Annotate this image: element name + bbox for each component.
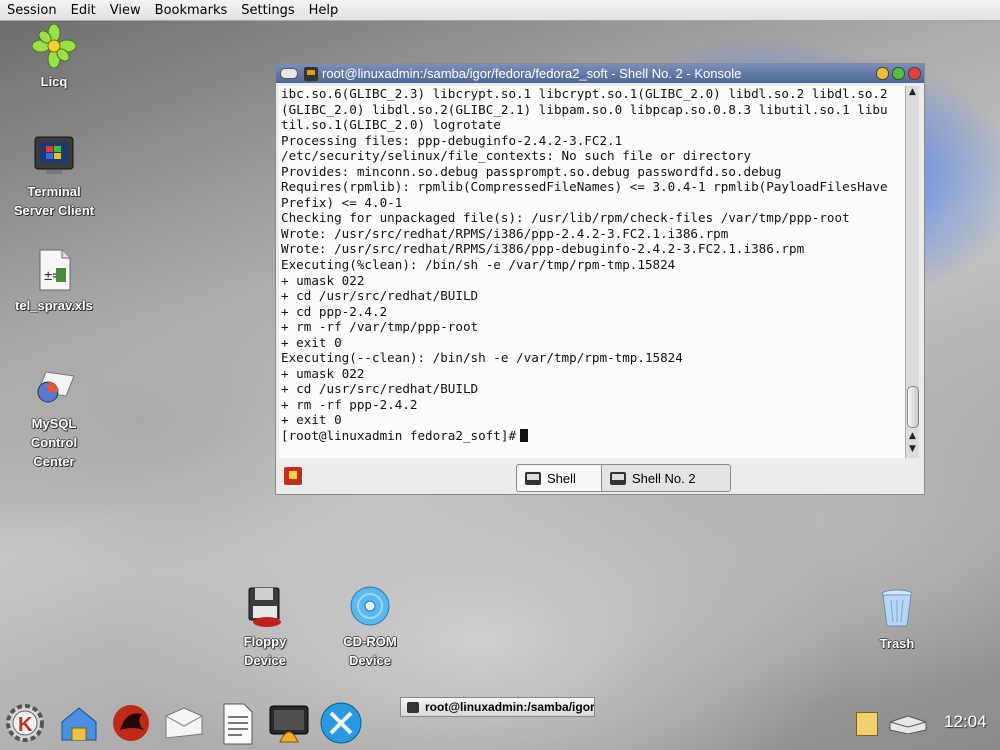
scroll-up-arrow-icon[interactable]: ▲ [906,430,919,443]
desktop-icon-label: Trash [879,636,915,651]
terminal-line: + rm -rf ppp-2.4.2 [281,396,418,412]
desktop-icon-label: Floppy Device [243,634,287,668]
close-button[interactable] [908,67,921,80]
desktop-icon-label: MySQL Control Center [30,416,78,469]
desktop-icon-mysql-control-center[interactable]: MySQL Control Center [4,366,104,471]
desktop-icon-label: Terminal Server Client [13,184,95,218]
desktop-icon-label: Licq [40,74,68,89]
terminal-line: (GLIBC_2.0) libdl.so.2(GLIBC_2.1) libpam… [281,101,888,117]
mysql-chart-icon [32,366,76,410]
terminal-line: ibc.so.6(GLIBC_2.3) libcrypt.so.1 libcry… [281,86,888,101]
terminal-line: /etc/security/selinux/file_contexts: No … [281,148,752,164]
konsole-icon [304,66,318,81]
terminal-output[interactable]: ibc.so.6(GLIBC_2.3) libcrypt.so.1 libcry… [279,86,906,458]
terminal-line: Wrote: /usr/src/redhat/RPMS/i386/ppp-deb… [281,241,805,257]
session-tab-bar: Shell Shell No. 2 [276,462,924,494]
terminal-line: + cd /usr/src/redhat/BUILD [281,381,479,397]
control-center-tools-icon[interactable] [318,700,364,746]
terminal-scrollbar[interactable]: ▲ ▲ ▼ [905,86,919,458]
monitor-icon [32,134,76,178]
window-titlebar[interactable]: root@linuxadmin:/samba/igor/fedora/fedor… [276,64,924,83]
shell-icon [610,471,626,485]
terminal-line: til.so.1(GLIBC_2.0) logrotate [281,117,501,133]
menu-settings[interactable]: Settings [234,3,301,18]
menu-view[interactable]: View [103,3,148,18]
menu-edit[interactable]: Edit [64,3,103,18]
terminal-line: + exit 0 [281,412,342,428]
mozilla-lizard-icon[interactable] [108,700,154,746]
klipper-tray-icon[interactable] [856,712,878,736]
terminal-line: Prefix) <= 4.0-1 [281,194,403,210]
terminal-prompt: [root@linuxadmin fedora2_soft]# [281,428,517,444]
scroll-up-arrow-icon[interactable]: ▲ [906,86,919,99]
terminal-line: Processing files: ppp-debuginfo-2.4.2-3.… [281,132,623,148]
text-document-icon[interactable] [214,700,260,746]
menu-bookmarks[interactable]: Bookmarks [148,3,235,18]
clock[interactable]: 12:04 [944,712,987,732]
spreadsheet-document-icon: ±= [32,248,76,292]
taskbar-window-title: root@linuxadmin:/samba/igor/fedora/fedor… [425,700,595,714]
menubar: Session Edit View Bookmarks Settings Hel… [0,0,1000,21]
terminal-line: Provides: minconn.so.debug passprompt.so… [281,163,782,179]
desktop-icon-tel-sprav[interactable]: ±= tel_sprav.xls [4,248,104,315]
cdrom-icon [348,584,392,628]
menu-session[interactable]: Session [0,3,64,18]
maximize-button[interactable] [892,67,905,80]
desktop-icon-cdrom-device[interactable]: CD-ROM Device [320,584,420,670]
terminal-line: + cd /usr/src/redhat/BUILD [281,288,479,304]
home-folder-icon[interactable] [56,700,102,746]
terminal-line: Executing(%clean): /bin/sh -e /var/tmp/r… [281,257,676,273]
minimize-button[interactable] [876,67,889,80]
desktop-icon-label: CD-ROM Device [343,634,397,668]
terminal-line: Executing(--clean): /bin/sh -e /var/tmp/… [281,350,683,366]
trash-icon [875,586,919,630]
terminal-prompt-line: [root@linuxadmin fedora2_soft]# [279,428,906,444]
new-session-icon[interactable] [284,467,302,485]
floppy-disk-icon [243,584,287,628]
konsole-shell-icon[interactable] [266,700,312,746]
desktop-icon-floppy-device[interactable]: Floppy Device [215,584,315,670]
terminal-line: + rm -rf /var/tmp/ppp-root [281,319,479,335]
scrollbar-thumb[interactable] [907,386,919,428]
scroll-down-arrow-icon[interactable]: ▼ [906,443,919,456]
shell-icon [525,471,541,485]
terminal-line: Wrote: /usr/src/redhat/RPMS/i386/ppp-2.4… [281,225,729,241]
mail-envelope-icon[interactable] [160,700,206,746]
window-title: root@linuxadmin:/samba/igor/fedora/fedor… [322,66,742,81]
terminal-line: Requires(rpmlib): rpmlib(CompressedFileN… [281,179,888,195]
tab-shell-no-2[interactable]: Shell No. 2 [601,464,731,492]
terminal-line: + umask 022 [281,272,365,288]
desktop-icon-trash[interactable]: Trash [847,586,947,653]
terminal-line: + cd ppp-2.4.2 [281,303,388,319]
terminal-line: + umask 022 [281,365,365,381]
licq-flower-icon [31,23,77,69]
tab-label: Shell [547,470,576,486]
taskbar-window-button[interactable]: root@linuxadmin:/samba/igor/fedora/fedor… [400,697,595,717]
konsole-icon [407,701,419,713]
terminal-line: + exit 0 [281,334,342,350]
desktop-icon-licq[interactable]: Licq [4,23,104,91]
kmenu-gear-icon[interactable]: K [2,700,48,746]
window-menu-button[interactable] [280,68,298,79]
terminal-line: Checking for unpackaged file(s): /usr/li… [281,210,850,226]
text-cursor [520,429,529,443]
tab-label: Shell No. 2 [632,470,696,486]
menu-help[interactable]: Help [302,3,346,18]
svg-text:K: K [18,714,33,736]
desktop-icon-label: tel_sprav.xls [15,298,93,313]
desktop-icon-terminal-server-client[interactable]: Terminal Server Client [4,134,104,220]
konsole-window: root@linuxadmin:/samba/igor/fedora/fedor… [275,63,925,495]
disk-tray-icon[interactable] [888,714,928,735]
